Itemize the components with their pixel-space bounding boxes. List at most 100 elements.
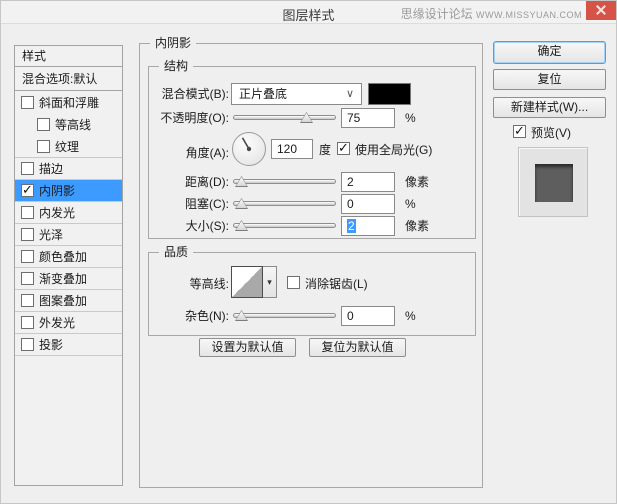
noise-row: 杂色(N): 0 % bbox=[149, 305, 475, 327]
preview-thumbnail bbox=[518, 147, 588, 217]
sidebar-item-label: 投影 bbox=[39, 338, 63, 352]
sidebar-item-label: 内阴影 bbox=[39, 184, 75, 198]
distance-input[interactable]: 2 bbox=[341, 172, 395, 192]
chevron-down-icon: ∨ bbox=[346, 84, 354, 104]
reset-default-button[interactable]: 复位为默认值 bbox=[309, 338, 406, 357]
shadow-color-swatch[interactable] bbox=[368, 83, 411, 105]
inner-shadow-panel: 内阴影 结构 混合模式(B): 正片叠底 ∨ 不透明度(O): 75 % bbox=[139, 43, 483, 488]
size-slider[interactable] bbox=[233, 223, 336, 228]
size-unit: 像素 bbox=[405, 215, 429, 237]
inner-shadow-checkbox[interactable]: ✓ bbox=[21, 184, 34, 197]
size-input[interactable]: 2 bbox=[341, 216, 395, 236]
sidebar-item-satin[interactable]: 光泽 bbox=[15, 224, 122, 246]
distance-row: 距离(D): 2 像素 bbox=[149, 171, 475, 193]
sidebar-item-stroke[interactable]: 描边 bbox=[15, 158, 122, 180]
noise-label: 杂色(N): bbox=[133, 305, 229, 327]
angle-dial[interactable] bbox=[231, 131, 267, 167]
texture-checkbox[interactable] bbox=[37, 140, 50, 153]
opacity-row: 不透明度(O): 75 % bbox=[149, 107, 475, 129]
sidebar-item-drop-shadow[interactable]: 投影 bbox=[15, 334, 122, 356]
quality-group: 品质 等高线: ▾ 消除锯齿(L) 杂色(N): 0 % bbox=[148, 252, 476, 336]
preview-inner-square bbox=[535, 164, 573, 202]
contour-dropdown-arrow[interactable]: ▾ bbox=[263, 266, 277, 298]
choke-row: 阻塞(C): 0 % bbox=[149, 193, 475, 215]
styles-list: 斜面和浮雕 等高线 纹理 描边 ✓ 内阴影 内发光 光泽 颜色叠加 bbox=[14, 90, 123, 486]
pattern-overlay-checkbox[interactable] bbox=[21, 294, 34, 307]
reset-button[interactable]: 复位 bbox=[493, 69, 606, 90]
choke-label: 阻塞(C): bbox=[133, 193, 229, 215]
sidebar-item-label: 纹理 bbox=[55, 140, 79, 154]
noise-unit: % bbox=[405, 305, 416, 327]
preview-label: 预览(V) bbox=[531, 124, 571, 141]
gradient-overlay-checkbox[interactable] bbox=[21, 272, 34, 285]
distance-slider[interactable] bbox=[233, 179, 336, 184]
noise-input[interactable]: 0 bbox=[341, 306, 395, 326]
watermark-site: 思缘设计论坛 bbox=[401, 7, 473, 21]
drop-shadow-checkbox[interactable] bbox=[21, 338, 34, 351]
contour-checkbox[interactable] bbox=[37, 118, 50, 131]
set-default-button[interactable]: 设置为默认值 bbox=[199, 338, 296, 357]
outer-glow-checkbox[interactable] bbox=[21, 316, 34, 329]
size-row: 大小(S): 2 像素 bbox=[149, 215, 475, 237]
opacity-slider-thumb[interactable] bbox=[300, 112, 313, 123]
watermark: 思缘设计论坛 WWW.MISSYUAN.COM bbox=[401, 5, 582, 22]
stroke-checkbox[interactable] bbox=[21, 162, 34, 175]
blending-options-item[interactable]: 混合选项:默认 bbox=[14, 66, 123, 91]
quality-legend: 品质 bbox=[159, 245, 193, 260]
satin-checkbox[interactable] bbox=[21, 228, 34, 241]
choke-slider[interactable] bbox=[233, 201, 336, 206]
panel-legend: 内阴影 bbox=[150, 36, 196, 51]
preview-checkbox[interactable]: ✓ bbox=[513, 125, 526, 138]
sidebar-item-color-overlay[interactable]: 颜色叠加 bbox=[15, 246, 122, 268]
anti-alias-checkbox[interactable] bbox=[287, 276, 300, 289]
noise-slider-thumb[interactable] bbox=[235, 310, 248, 321]
new-style-button[interactable]: 新建样式(W)... bbox=[493, 97, 606, 118]
sidebar-item-label: 光泽 bbox=[39, 228, 63, 242]
opacity-label: 不透明度(O): bbox=[133, 107, 229, 129]
close-button[interactable] bbox=[586, 1, 616, 20]
contour-picker[interactable] bbox=[231, 266, 263, 298]
layer-style-dialog: 图层样式 思缘设计论坛 WWW.MISSYUAN.COM 样式 混合选项:默认 … bbox=[0, 0, 617, 504]
blend-mode-label: 混合模式(B): bbox=[133, 83, 229, 105]
sidebar-item-label: 颜色叠加 bbox=[39, 250, 87, 264]
blend-mode-row: 混合模式(B): 正片叠底 ∨ bbox=[149, 83, 475, 105]
choke-slider-thumb[interactable] bbox=[235, 198, 248, 209]
opacity-input[interactable]: 75 bbox=[341, 108, 395, 128]
title-bar: 图层样式 思缘设计论坛 WWW.MISSYUAN.COM bbox=[1, 1, 616, 24]
sidebar-item-label: 图案叠加 bbox=[39, 294, 87, 308]
sidebar-item-pattern-overlay[interactable]: 图案叠加 bbox=[15, 290, 122, 312]
arrow-down-icon: ▾ bbox=[267, 277, 272, 287]
color-overlay-checkbox[interactable] bbox=[21, 250, 34, 263]
sidebar-item-outer-glow[interactable]: 外发光 bbox=[15, 312, 122, 334]
ok-button[interactable]: 确定 bbox=[493, 41, 606, 64]
blend-mode-select[interactable]: 正片叠底 ∨ bbox=[231, 83, 362, 105]
angle-dial-icon bbox=[231, 131, 267, 167]
sidebar-item-label: 等高线 bbox=[55, 118, 91, 132]
choke-input[interactable]: 0 bbox=[341, 194, 395, 214]
sidebar-item-inner-glow[interactable]: 内发光 bbox=[15, 202, 122, 224]
sidebar-item-label: 描边 bbox=[39, 162, 63, 176]
sidebar-item-gradient-overlay[interactable]: 渐变叠加 bbox=[15, 268, 122, 290]
angle-input[interactable]: 120 bbox=[271, 139, 313, 159]
size-label: 大小(S): bbox=[133, 215, 229, 237]
bevel-emboss-checkbox[interactable] bbox=[21, 96, 34, 109]
styles-header: 样式 bbox=[14, 45, 123, 67]
angle-label: 角度(A): bbox=[133, 142, 229, 164]
distance-slider-thumb[interactable] bbox=[235, 176, 248, 187]
sidebar-item-label: 渐变叠加 bbox=[39, 272, 87, 286]
inner-glow-checkbox[interactable] bbox=[21, 206, 34, 219]
sidebar-item-inner-shadow[interactable]: ✓ 内阴影 bbox=[15, 180, 122, 202]
opacity-slider[interactable] bbox=[233, 115, 336, 120]
watermark-url: WWW.MISSYUAN.COM bbox=[476, 10, 582, 20]
sidebar-item-contour[interactable]: 等高线 bbox=[15, 114, 122, 136]
distance-label: 距离(D): bbox=[133, 171, 229, 193]
sidebar-item-texture[interactable]: 纹理 bbox=[15, 136, 122, 158]
size-slider-thumb[interactable] bbox=[235, 220, 248, 231]
sidebar-item-label: 内发光 bbox=[39, 206, 75, 220]
structure-legend: 结构 bbox=[159, 59, 193, 74]
sidebar-item-label: 斜面和浮雕 bbox=[39, 96, 99, 110]
global-light-checkbox[interactable]: ✓ bbox=[337, 142, 350, 155]
noise-slider[interactable] bbox=[233, 313, 336, 318]
structure-group: 结构 混合模式(B): 正片叠底 ∨ 不透明度(O): 75 % 角度(A): bbox=[148, 66, 476, 239]
sidebar-item-bevel-emboss[interactable]: 斜面和浮雕 bbox=[15, 92, 122, 114]
